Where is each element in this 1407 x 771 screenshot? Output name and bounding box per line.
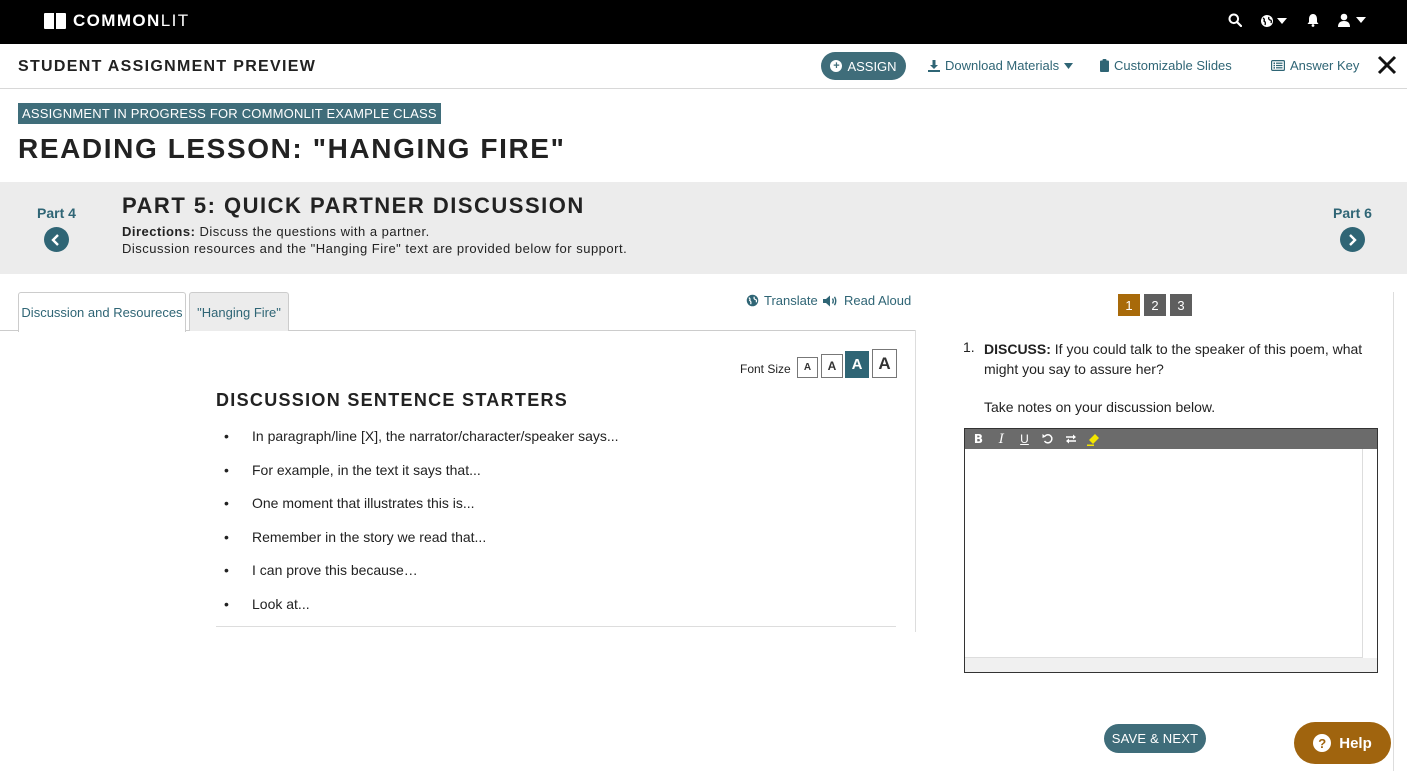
assign-button[interactable]: + ASSIGN [821, 52, 906, 80]
customizable-slides-label: Customizable Slides [1114, 58, 1232, 73]
book-logo-icon [44, 13, 66, 29]
customizable-slides-link[interactable]: Customizable Slides [1100, 58, 1232, 73]
preview-title: STUDENT ASSIGNMENT PREVIEW [18, 58, 317, 75]
part-directions: Directions: Discuss the questions with a… [122, 223, 627, 257]
list-item: One moment that illustrates this is... [216, 492, 896, 526]
previous-part-button[interactable]: Part 4 [37, 205, 76, 252]
close-icon[interactable] [1376, 54, 1398, 76]
editor-toolbar: B I U [965, 429, 1377, 449]
underline-icon[interactable]: U [1016, 431, 1033, 448]
assign-button-label: ASSIGN [847, 58, 897, 74]
language-dropdown[interactable] [1260, 14, 1287, 28]
notes-text-area[interactable] [965, 449, 1363, 658]
logo-text-light: LIT [160, 11, 190, 30]
highlighter-icon[interactable] [1085, 431, 1102, 448]
chevron-down-icon [1356, 17, 1366, 23]
list-item: In paragraph/line [X], the narrator/char… [216, 425, 896, 459]
question-3-button[interactable]: 3 [1170, 294, 1192, 316]
help-label: Help [1339, 734, 1372, 752]
undo-icon[interactable] [1039, 431, 1056, 448]
user-menu[interactable] [1337, 13, 1366, 27]
question-2-button[interactable]: 2 [1144, 294, 1166, 316]
question-text: DISCUSS: If you could talk to the speake… [984, 339, 1379, 379]
answer-key-label: Answer Key [1290, 58, 1360, 73]
right-panel-border [1393, 292, 1394, 771]
help-button[interactable]: ? Help [1294, 722, 1391, 764]
font-size-large-button[interactable]: A [845, 351, 869, 378]
bold-icon[interactable]: B [970, 431, 987, 448]
section-divider [216, 626, 896, 627]
directions-line-1: Discuss the questions with a partner. [199, 224, 430, 239]
list-item: I can prove this because… [216, 559, 896, 593]
directions-label: Directions: [122, 224, 196, 239]
chevron-left-icon [43, 227, 69, 252]
download-materials-label: Download Materials [945, 58, 1060, 73]
read-aloud-label: Read Aloud [844, 293, 912, 308]
redo-icon[interactable] [1062, 431, 1079, 448]
logo-text-bold: COMMON [73, 11, 161, 30]
preview-bar: STUDENT ASSIGNMENT PREVIEW + ASSIGN Down… [0, 44, 1407, 89]
tab-hanging-fire[interactable]: "Hanging Fire" [189, 292, 289, 331]
translate-button[interactable]: Translate [746, 293, 818, 308]
question-label: DISCUSS: [984, 341, 1051, 357]
assignment-status-badge: ASSIGNMENT IN PROGRESS FOR COMMONLIT EXA… [18, 103, 441, 124]
directions-line-2: Discussion resources and the "Hanging Fi… [122, 241, 628, 256]
editor-footer [965, 658, 1377, 672]
chevron-down-icon [1064, 62, 1074, 69]
download-materials-dropdown[interactable]: Download Materials [928, 58, 1074, 73]
list-item: Look at... [216, 593, 896, 627]
globe-icon [746, 294, 759, 307]
plus-circle-icon: + [830, 60, 843, 72]
commonlit-logo[interactable]: COMMONLIT [44, 11, 190, 31]
next-part-label: Part 6 [1333, 205, 1372, 221]
part-header-band: Part 4 PART 5: QUICK PARTNER DISCUSSION … [0, 182, 1407, 274]
notes-prompt: Take notes on your discussion below. [984, 399, 1216, 415]
chevron-right-icon [1339, 227, 1365, 252]
bell-icon[interactable] [1307, 13, 1319, 27]
read-aloud-button[interactable]: Read Aloud [823, 293, 911, 308]
notes-editor: B I U [964, 428, 1378, 673]
download-icon [928, 59, 940, 72]
tab-label: Discussion and Resoureces [21, 305, 183, 320]
question-1-button[interactable]: 1 [1118, 294, 1140, 316]
section-title: DISCUSSION SENTENCE STARTERS [216, 390, 569, 410]
top-navigation-bar: COMMONLIT [0, 0, 1407, 44]
globe-icon [1261, 15, 1273, 27]
page-title: READING LESSON: "HANGING FIRE" [18, 133, 566, 164]
panel-divider [915, 330, 916, 632]
search-icon[interactable] [1228, 13, 1242, 27]
user-icon [1338, 13, 1350, 27]
font-size-small-button[interactable]: A [797, 357, 818, 378]
save-and-next-button[interactable]: SAVE & NEXT [1104, 724, 1206, 753]
speaker-icon [823, 295, 837, 306]
tab-discussion-resources[interactable]: Discussion and Resoureces [18, 292, 186, 332]
question-number: 1. [963, 339, 975, 355]
list-item: Remember in the story we read that... [216, 526, 896, 560]
translate-label: Translate [764, 293, 818, 308]
previous-part-label: Part 4 [37, 205, 76, 221]
part-title: PART 5: QUICK PARTNER DISCUSSION [122, 193, 585, 218]
clipboard-icon [1100, 59, 1109, 72]
tab-label: "Hanging Fire" [197, 304, 281, 320]
chevron-down-icon [1277, 18, 1287, 24]
question-circle-icon: ? [1313, 734, 1332, 752]
list-alt-icon [1271, 60, 1285, 71]
next-part-button[interactable]: Part 6 [1333, 205, 1372, 252]
font-size-medium-button[interactable]: A [821, 354, 843, 378]
font-size-xlarge-button[interactable]: A [872, 349, 897, 378]
italic-icon[interactable]: I [993, 431, 1010, 448]
list-item: For example, in the text it says that... [216, 459, 896, 493]
sentence-starters-list: In paragraph/line [X], the narrator/char… [216, 425, 896, 626]
font-size-label: Font Size [740, 362, 791, 376]
answer-key-link[interactable]: Answer Key [1271, 58, 1359, 73]
